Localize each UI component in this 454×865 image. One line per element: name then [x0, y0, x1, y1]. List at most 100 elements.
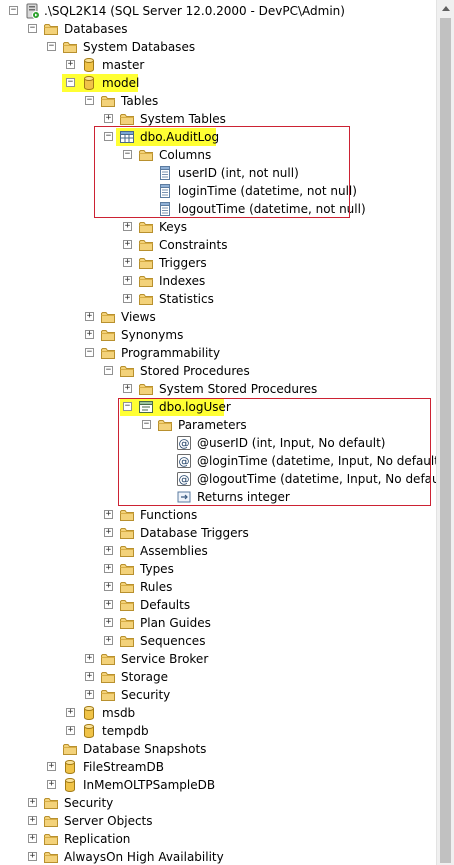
tree-node-indexes[interactable]: + Indexes — [0, 272, 436, 290]
tree-node-return-value[interactable]: Returns integer — [0, 488, 436, 506]
expand-icon[interactable]: + — [123, 240, 132, 249]
folder-icon — [119, 615, 135, 631]
tree-node-assemblies[interactable]: + Assemblies — [0, 542, 436, 560]
expand-icon[interactable]: + — [104, 618, 113, 627]
tree-node-keys[interactable]: + Keys — [0, 218, 436, 236]
tree-node-programmability[interactable]: − Programmability — [0, 344, 436, 362]
tree-node-database-triggers[interactable]: + Database Triggers — [0, 524, 436, 542]
collapse-icon[interactable]: − — [104, 366, 113, 375]
indexes-label: Indexes — [159, 274, 206, 288]
tree-node-triggers[interactable]: + Triggers — [0, 254, 436, 272]
expand-icon[interactable]: + — [104, 546, 113, 555]
expand-icon[interactable]: + — [28, 798, 37, 807]
tree-node-parameter[interactable]: @ @userID (int, Input, No default) — [0, 434, 436, 452]
tree-node-statistics[interactable]: + Statistics — [0, 290, 436, 308]
tree-node-replication[interactable]: + Replication — [0, 830, 436, 848]
expand-icon[interactable]: + — [123, 222, 132, 231]
tree-node-system-stored-procedures[interactable]: + System Stored Procedures — [0, 380, 436, 398]
tree-node-column[interactable]: logoutTime (datetime, not null) — [0, 200, 436, 218]
expand-icon[interactable]: + — [104, 564, 113, 573]
tree-node-parameter[interactable]: @ @loginTime (datetime, Input, No defaul… — [0, 452, 436, 470]
expand-icon[interactable]: + — [104, 114, 113, 123]
tempdb-label: tempdb — [102, 724, 149, 738]
tree-node-alwayson[interactable]: + AlwaysOn High Availability — [0, 848, 436, 865]
tree-node-databases[interactable]: − Databases — [0, 20, 436, 38]
tree-node-master[interactable]: + master — [0, 56, 436, 74]
tree-node-column[interactable]: userID (int, not null) — [0, 164, 436, 182]
tree-node-synonyms[interactable]: + Synonyms — [0, 326, 436, 344]
tree-node-loguser[interactable]: − dbo.logUser — [0, 398, 436, 416]
tree-node-types[interactable]: + Types — [0, 560, 436, 578]
expand-icon[interactable]: + — [85, 330, 94, 339]
expand-icon[interactable]: + — [47, 780, 56, 789]
tree-node-functions[interactable]: + Functions — [0, 506, 436, 524]
expand-icon[interactable]: + — [123, 384, 132, 393]
expand-icon[interactable]: + — [66, 60, 75, 69]
expand-icon[interactable]: + — [66, 708, 75, 717]
expand-icon[interactable]: + — [104, 636, 113, 645]
tree-node-auditlog[interactable]: − dbo.AuditLog — [0, 128, 436, 146]
expand-icon[interactable]: + — [85, 654, 94, 663]
scroll-up-arrow-icon[interactable] — [437, 0, 454, 17]
expand-icon[interactable]: + — [28, 834, 37, 843]
tree-node-model[interactable]: − model — [0, 74, 436, 92]
tree-node-stored-procedures[interactable]: − Stored Procedures — [0, 362, 436, 380]
folder-icon — [43, 21, 59, 37]
tree-node-system-databases[interactable]: − System Databases — [0, 38, 436, 56]
collapse-icon[interactable]: − — [123, 402, 132, 411]
tree-node-storage[interactable]: + Storage — [0, 668, 436, 686]
expand-icon[interactable]: + — [28, 816, 37, 825]
expand-icon[interactable]: + — [85, 672, 94, 681]
folder-icon — [138, 219, 154, 235]
tree-node-security[interactable]: + Security — [0, 794, 436, 812]
tree-node-server[interactable]: − .\SQL2K14 (SQL Server 12.0.2000 - DevP… — [0, 2, 436, 20]
tree-node-tempdb[interactable]: + tempdb — [0, 722, 436, 740]
tree-node-system-tables[interactable]: + System Tables — [0, 110, 436, 128]
tree-node-constraints[interactable]: + Constraints — [0, 236, 436, 254]
collapse-icon[interactable]: − — [104, 132, 113, 141]
collapse-icon[interactable]: − — [123, 150, 132, 159]
expand-icon[interactable]: + — [104, 510, 113, 519]
tree-node-parameters[interactable]: − Parameters — [0, 416, 436, 434]
tree-node-defaults[interactable]: + Defaults — [0, 596, 436, 614]
collapse-icon[interactable]: − — [47, 42, 56, 51]
expand-icon[interactable]: + — [66, 726, 75, 735]
tree-node-filestreamdb[interactable]: + FileStreamDB — [0, 758, 436, 776]
collapse-icon[interactable]: − — [66, 78, 75, 87]
expand-icon[interactable]: + — [28, 852, 37, 861]
collapse-icon[interactable]: − — [142, 420, 151, 429]
tree-node-model-security[interactable]: + Security — [0, 686, 436, 704]
folder-icon — [100, 345, 116, 361]
expand-icon[interactable]: + — [104, 600, 113, 609]
expand-icon[interactable]: + — [47, 762, 56, 771]
expand-icon[interactable]: + — [123, 258, 132, 267]
tree-node-views[interactable]: + Views — [0, 308, 436, 326]
tree-node-plan-guides[interactable]: + Plan Guides — [0, 614, 436, 632]
expand-icon[interactable]: + — [104, 582, 113, 591]
tree-node-inmemdb[interactable]: + InMemOLTPSampleDB — [0, 776, 436, 794]
tree-node-rules[interactable]: + Rules — [0, 578, 436, 596]
database-icon — [81, 723, 97, 739]
expand-icon[interactable]: + — [104, 528, 113, 537]
collapse-icon[interactable]: − — [28, 24, 37, 33]
tree-node-column[interactable]: loginTime (datetime, not null) — [0, 182, 436, 200]
expand-icon[interactable]: + — [123, 294, 132, 303]
tree-node-sequences[interactable]: + Sequences — [0, 632, 436, 650]
tree-node-columns[interactable]: − Columns — [0, 146, 436, 164]
tree-node-parameter[interactable]: @ @logoutTime (datetime, Input, No defau… — [0, 470, 436, 488]
tree-node-tables[interactable]: − Tables — [0, 92, 436, 110]
functions-label: Functions — [140, 508, 198, 522]
tree-node-server-objects[interactable]: + Server Objects — [0, 812, 436, 830]
collapse-icon[interactable]: − — [85, 348, 94, 357]
tree-node-database-snapshots[interactable]: Database Snapshots — [0, 740, 436, 758]
triggers-label: Triggers — [159, 256, 207, 270]
vertical-scrollbar[interactable] — [436, 0, 454, 865]
tree-node-service-broker[interactable]: + Service Broker — [0, 650, 436, 668]
collapse-icon[interactable]: − — [9, 6, 18, 15]
tree-node-msdb[interactable]: + msdb — [0, 704, 436, 722]
scroll-thumb[interactable] — [440, 18, 451, 863]
expand-icon[interactable]: + — [123, 276, 132, 285]
expand-icon[interactable]: + — [85, 690, 94, 699]
collapse-icon[interactable]: − — [85, 96, 94, 105]
expand-icon[interactable]: + — [85, 312, 94, 321]
